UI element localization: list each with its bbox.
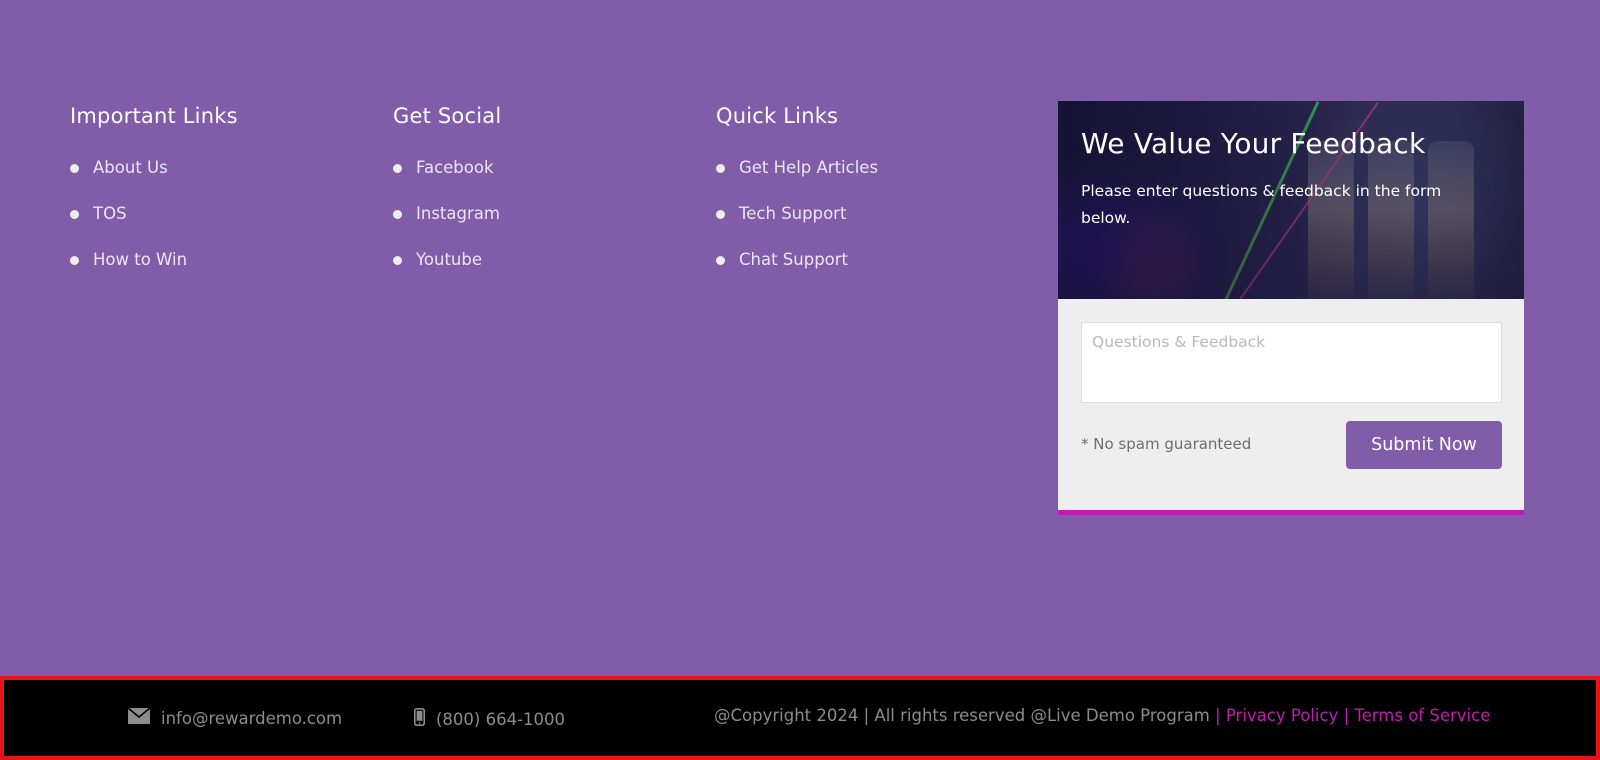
bullet-icon [70, 256, 79, 265]
get-social-list: Facebook Instagram Youtube [393, 153, 673, 291]
list-item: Get Help Articles [716, 153, 996, 199]
column-title: Important Links [70, 104, 238, 128]
facebook-link[interactable]: Facebook [416, 158, 494, 177]
list-item: TOS [70, 199, 350, 245]
copyright-line: @Copyright 2024 | All rights reserved @L… [714, 706, 1490, 725]
list-item: Chat Support [716, 245, 996, 291]
tech-support-link[interactable]: Tech Support [739, 204, 846, 223]
about-us-link[interactable]: About Us [93, 158, 168, 177]
list-item: Instagram [393, 199, 673, 245]
feedback-title: We Value Your Feedback [1081, 127, 1426, 160]
email-contact: info@rewardemo.com [127, 707, 342, 728]
important-links-column: Important Links About Us TOS How to Win [70, 101, 350, 291]
copyright-text: @Copyright 2024 | All rights reserved @L… [714, 706, 1210, 725]
bullet-icon [70, 210, 79, 219]
terms-of-service-link[interactable]: Terms of Service [1354, 706, 1490, 725]
privacy-policy-link[interactable]: Privacy Policy [1226, 706, 1338, 725]
list-item: Tech Support [716, 199, 996, 245]
bullet-icon [716, 256, 725, 265]
how-to-win-link[interactable]: How to Win [93, 250, 187, 269]
important-links-list: About Us TOS How to Win [70, 153, 350, 291]
feedback-textarea[interactable] [1081, 322, 1502, 403]
footer-main: Important Links About Us TOS How to Win … [0, 0, 1600, 676]
bullet-icon [716, 210, 725, 219]
bottom-bar: info@rewardemo.com (800) 664-1000 @Copyr… [0, 676, 1600, 760]
feedback-subtitle: Please enter questions & feedback in the… [1081, 182, 1442, 227]
list-item: Facebook [393, 153, 673, 199]
youtube-link[interactable]: Youtube [416, 250, 482, 269]
bullet-icon [393, 164, 402, 173]
list-item: Youtube [393, 245, 673, 291]
list-item: About Us [70, 153, 350, 199]
mobile-phone-icon [414, 708, 425, 730]
column-title: Quick Links [716, 104, 839, 128]
email-address[interactable]: info@rewardemo.com [161, 709, 342, 728]
tos-link[interactable]: TOS [93, 204, 127, 223]
bullet-icon [393, 256, 402, 265]
quick-links-list: Get Help Articles Tech Support Chat Supp… [716, 153, 996, 291]
instagram-link[interactable]: Instagram [416, 204, 500, 223]
list-item: How to Win [70, 245, 350, 291]
bullet-icon [716, 164, 725, 173]
separator: | [1215, 706, 1221, 725]
feedback-card: We Value Your Feedback Please enter ques… [1058, 101, 1524, 515]
get-help-articles-link[interactable]: Get Help Articles [739, 158, 878, 177]
bullet-icon [393, 210, 402, 219]
phone-number[interactable]: (800) 664-1000 [436, 710, 565, 729]
column-title: Get Social [393, 104, 502, 128]
submit-button[interactable]: Submit Now [1346, 421, 1502, 469]
no-spam-note: * No spam guaranteed [1081, 435, 1252, 453]
get-social-column: Get Social Facebook Instagram Youtube [393, 101, 673, 291]
phone-contact: (800) 664-1000 [414, 708, 565, 730]
feedback-hero-image: We Value Your Feedback Please enter ques… [1058, 101, 1524, 299]
feedback-form: * No spam guaranteed Submit Now [1058, 299, 1524, 510]
quick-links-column: Quick Links Get Help Articles Tech Suppo… [716, 101, 996, 291]
bullet-icon [70, 164, 79, 173]
envelope-icon [127, 707, 151, 728]
separator: | [1343, 706, 1350, 725]
chat-support-link[interactable]: Chat Support [739, 250, 848, 269]
